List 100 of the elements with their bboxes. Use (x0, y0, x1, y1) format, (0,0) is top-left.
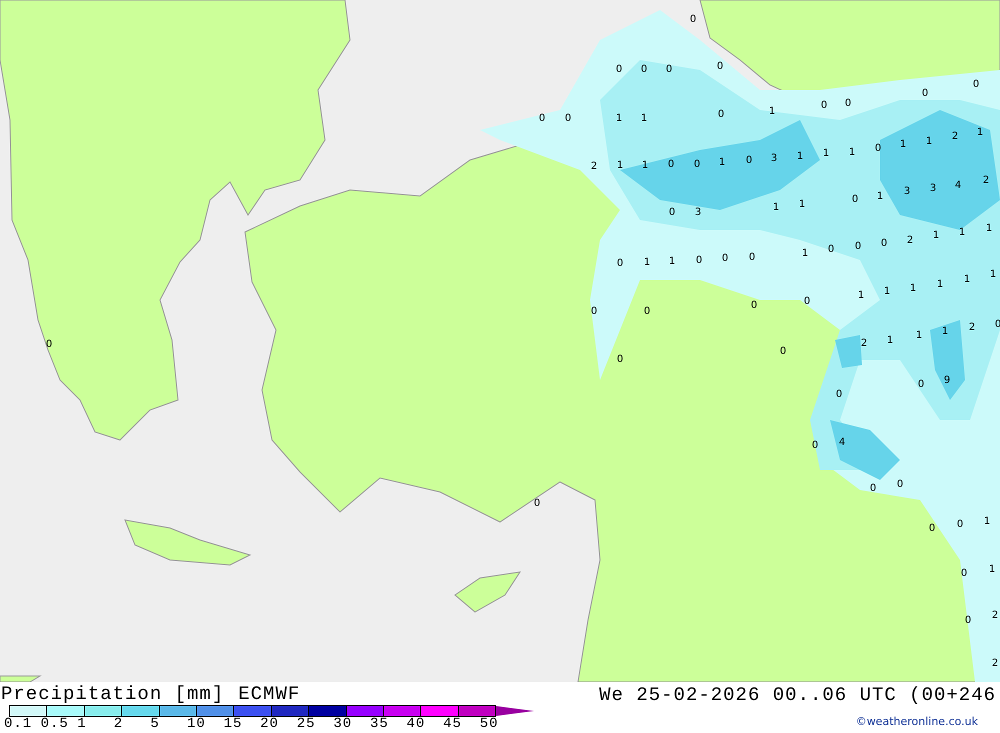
value-label: 0 (694, 159, 700, 170)
value-label: 1 (876, 191, 884, 202)
value-label: 2 (860, 338, 868, 349)
value-label: 2 (982, 175, 990, 186)
value-label: 0 (972, 79, 980, 90)
scale-label: 30 (333, 717, 354, 732)
value-label: 0 (616, 64, 622, 75)
value-label: 0 (854, 241, 862, 252)
value-label: 0 (534, 498, 540, 509)
value-label: 0 (896, 479, 904, 490)
scale-label: 45 (443, 717, 463, 732)
value-label: 0 (960, 568, 968, 579)
value-label: 1 (768, 106, 776, 117)
value-label: 1 (642, 160, 648, 171)
value-label: 1 (644, 257, 650, 268)
scale-label: 50 (480, 717, 500, 732)
value-label: 0 (922, 88, 928, 99)
island (454, 571, 522, 613)
scale-label: 1 (77, 717, 88, 732)
value-label: 1 (964, 274, 970, 285)
scale-label: 20 (260, 717, 280, 732)
value-label: 2 (906, 235, 914, 246)
value-label: 0 (918, 379, 924, 390)
value-label: 1 (718, 157, 726, 168)
value-label: 0 (964, 615, 972, 626)
precipitation-area (835, 335, 862, 368)
scale-label: 40 (406, 717, 426, 732)
scale-label: 2 (114, 717, 124, 732)
value-label: 3 (904, 186, 910, 197)
value-label: 2 (992, 658, 998, 669)
value-label: 0 (828, 244, 834, 255)
value-label: 2 (952, 131, 958, 142)
value-label: 0 (836, 389, 842, 400)
scale-label: 0.5 (40, 717, 70, 732)
value-label: 2 (992, 610, 998, 621)
value-label: 1 (668, 256, 676, 267)
value-label: 0 (564, 113, 572, 124)
value-label: 0 (820, 100, 828, 111)
value-label: 1 (884, 286, 890, 297)
model-name: ECMWF (238, 682, 300, 704)
scale-label: 10 (186, 717, 207, 732)
value-label: 0 (716, 61, 724, 72)
value-label: 3 (694, 207, 702, 218)
value-label: 0 (780, 346, 786, 357)
value-label: 3 (770, 153, 778, 164)
value-label: 0 (590, 306, 598, 317)
value-label: 1 (986, 223, 992, 234)
value-label: 1 (616, 113, 622, 124)
value-label: 2 (968, 322, 976, 333)
value-label: 1 (926, 136, 932, 147)
value-label: 0 (722, 253, 728, 264)
scale-label: 35 (370, 717, 390, 732)
value-label: 1 (858, 290, 864, 301)
legend-title: Precipitation [mm] (1, 682, 224, 704)
value-label: 0 (718, 109, 724, 120)
value-label: 0 (852, 194, 858, 205)
value-label: 1 (988, 564, 996, 575)
value-label: 1 (616, 160, 624, 171)
value-label: 0 (748, 252, 756, 263)
value-label: 1 (848, 147, 856, 158)
scale-label: 15 (224, 717, 244, 732)
value-label: 0 (690, 14, 696, 25)
value-label: 4 (838, 437, 846, 448)
value-label: 0 (644, 306, 650, 317)
value-label: 0 (696, 255, 702, 266)
value-label: 1 (942, 326, 948, 337)
value-label: 0 (538, 113, 546, 124)
value-label: 1 (822, 148, 830, 159)
value-label: 1 (772, 202, 780, 213)
value-label: 0 (812, 440, 818, 451)
value-label: 0 (844, 98, 852, 109)
value-label: 0 (880, 238, 888, 249)
value-label: 1 (916, 330, 922, 341)
value-label: 0 (46, 339, 52, 350)
value-label: 0 (804, 296, 810, 307)
value-label: 0 (668, 159, 674, 170)
value-label: 3 (930, 183, 936, 194)
value-label: 1 (798, 199, 806, 210)
scale-arrow-icon (496, 705, 534, 717)
scale-label: 25 (296, 717, 317, 732)
value-label: 0 (746, 155, 752, 166)
value-label: 0 (874, 143, 882, 154)
value-label: 0 (870, 483, 876, 494)
value-label: 1 (936, 279, 944, 290)
value-label: 1 (984, 516, 990, 527)
value-label: 0 (616, 258, 624, 269)
scale-label: 5 (150, 717, 161, 732)
value-label: 0 (956, 519, 964, 530)
precipitation-area (830, 420, 900, 480)
scale-label: 0.1 (4, 717, 34, 732)
value-label: 1 (802, 248, 808, 259)
value-label: 1 (796, 151, 804, 162)
value-label: 0 (928, 523, 936, 534)
value-label: 1 (932, 230, 940, 241)
value-label: 1 (976, 127, 984, 138)
value-label: 1 (640, 113, 648, 124)
value-label: 9 (944, 375, 950, 386)
value-label: 0 (668, 207, 676, 218)
value-label: 1 (900, 139, 906, 150)
value-label: 0 (640, 64, 648, 75)
